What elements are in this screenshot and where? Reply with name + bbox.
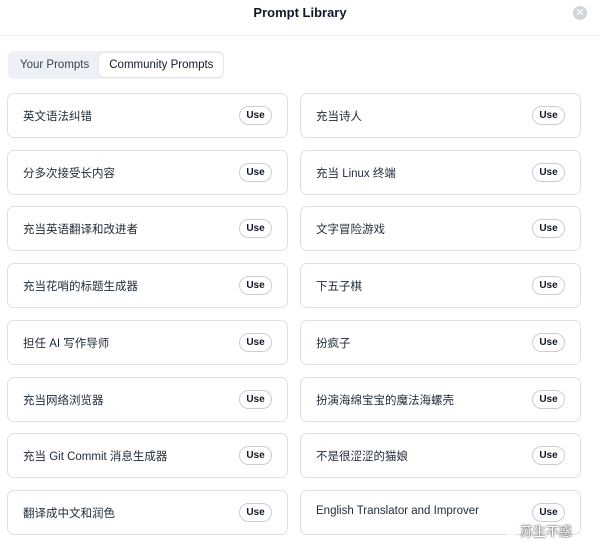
use-button[interactable]: Use: [239, 332, 272, 352]
prompt-title: 充当花哨的标题生成器: [23, 281, 138, 294]
prompt-title: 充当 Linux 终端: [316, 167, 396, 180]
use-button[interactable]: Use: [532, 219, 565, 239]
use-button[interactable]: Use: [532, 446, 565, 466]
prompt-title: 扮演海绵宝宝的魔法海螺壳: [316, 394, 454, 407]
prompt-title: 分多次接受长内容: [23, 167, 115, 180]
prompt-title: 英文语法纠错: [23, 111, 92, 123]
prompt-card[interactable]: 充当 Linux 终端 Use: [300, 149, 581, 195]
close-icon[interactable]: ✕: [573, 6, 587, 20]
modal-header: Prompt Library ✕: [0, 0, 600, 36]
use-button[interactable]: Use: [239, 389, 272, 409]
use-button[interactable]: Use: [239, 446, 272, 466]
prompt-card[interactable]: 扮演海绵宝宝的魔法海螺壳 Use: [300, 376, 581, 422]
use-button[interactable]: Use: [239, 219, 272, 239]
prompt-card[interactable]: 扮疯子 Use: [300, 319, 581, 365]
prompt-card[interactable]: 充当诗人 Use: [300, 93, 581, 138]
prompt-title: 充当网络浏览器: [23, 394, 104, 407]
prompt-title: 翻译成中文和润色: [23, 507, 115, 520]
prompt-card[interactable]: 充当网络浏览器 Use: [7, 376, 288, 422]
prompt-card[interactable]: 充当 Git Commit 消息生成器 Use: [7, 433, 288, 479]
prompt-title: 充当 Git Commit 消息生成器: [23, 451, 168, 464]
prompt-card[interactable]: 充当英语翻译和改进者 Use: [7, 206, 288, 252]
use-button[interactable]: Use: [532, 162, 565, 182]
watermark-text: 苏生不惑: [520, 523, 573, 539]
use-button[interactable]: Use: [532, 106, 565, 125]
header-divider: [0, 35, 600, 36]
use-button[interactable]: Use: [532, 276, 565, 296]
tab-your-prompts[interactable]: Your Prompts: [10, 53, 99, 77]
prompt-card[interactable]: 下五子棋 Use: [300, 263, 581, 309]
prompt-card[interactable]: 英文语法纠错 Use: [7, 93, 288, 138]
use-button[interactable]: Use: [532, 332, 565, 352]
tab-community-prompts[interactable]: Community Prompts: [99, 53, 224, 77]
page-title: Prompt Library: [253, 5, 347, 20]
prompt-title: 充当诗人: [316, 111, 362, 123]
prompt-title: 不是很涩涩的猫娘: [316, 451, 408, 464]
prompt-tabs: Your Prompts Community Prompts: [8, 51, 224, 79]
prompt-card[interactable]: 充当花哨的标题生成器 Use: [7, 263, 288, 309]
prompt-title: 担任 AI 写作导师: [23, 337, 110, 350]
prompt-card[interactable]: 文字冒险游戏 Use: [300, 206, 581, 252]
use-button[interactable]: Use: [239, 106, 272, 125]
prompt-title: 充当英语翻译和改进者: [23, 224, 138, 237]
prompt-card[interactable]: 分多次接受长内容 Use: [7, 149, 288, 195]
use-button[interactable]: Use: [239, 276, 272, 296]
use-button[interactable]: Use: [239, 502, 272, 522]
prompt-title: 文字冒险游戏: [316, 224, 385, 237]
prompt-title: English Translator and Improver: [316, 504, 479, 517]
use-button[interactable]: Use: [532, 389, 565, 409]
prompt-title: 扮疯子: [316, 337, 351, 350]
use-button[interactable]: Use: [239, 162, 272, 182]
wechat-icon: [500, 523, 516, 536]
prompt-card[interactable]: 担任 AI 写作导师 Use: [7, 319, 288, 365]
prompt-title: 下五子棋: [316, 281, 362, 294]
watermark: 苏生不惑: [500, 518, 572, 542]
prompt-card[interactable]: 不是很涩涩的猫娘 Use: [300, 433, 581, 479]
prompt-card[interactable]: 翻译成中文和润色 Use: [7, 489, 288, 535]
